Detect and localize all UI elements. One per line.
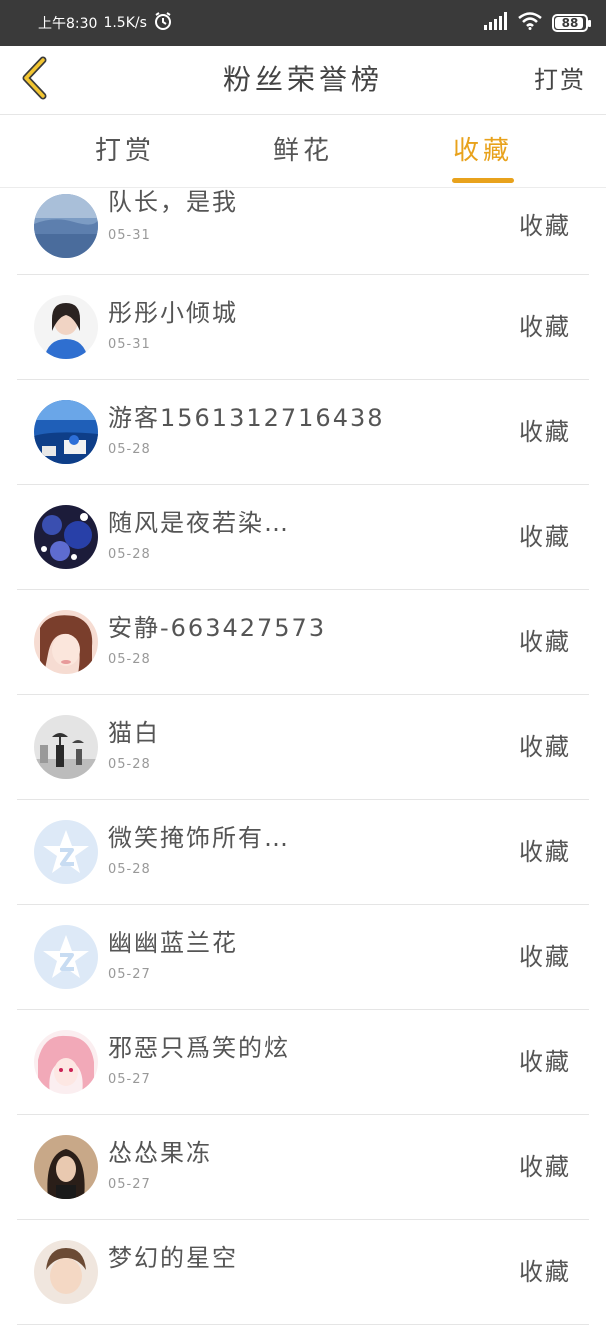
user-name: 游客1561312716438 (108, 404, 385, 432)
favorite-label: 收藏 (519, 1048, 571, 1076)
status-time: 上午8:30 (38, 16, 98, 32)
network-speed: 1.5K/s (103, 15, 147, 31)
date: 05-27 (108, 1177, 151, 1192)
battery-icon: 88 (552, 14, 591, 32)
user-name: 安静-663427573 (108, 614, 327, 642)
signal-icon (484, 12, 508, 34)
favorite-label: 收藏 (519, 1153, 571, 1181)
avatar (34, 1240, 98, 1304)
date: 05-28 (108, 862, 151, 877)
header: 粉丝荣誉榜 打赏 (0, 46, 606, 115)
user-name: 随风是夜若染… (108, 509, 290, 537)
user-name: 怂怂果冻 (108, 1139, 212, 1167)
list-item[interactable]: 安静-663427573 05-28 收藏 (17, 590, 589, 695)
list-item[interactable]: 邪惡只爲笑的炫 05-27 收藏 (17, 1010, 589, 1115)
tab-flowers[interactable]: 鲜花 (258, 115, 348, 187)
list-item[interactable]: 梦幻的星空 收藏 (17, 1220, 589, 1325)
favorite-label: 收藏 (519, 733, 571, 761)
favorite-label: 收藏 (519, 212, 571, 240)
user-name: 猫白 (108, 719, 160, 747)
reward-button[interactable]: 打赏 (534, 46, 586, 114)
list-item[interactable]: 怂怂果冻 05-27 收藏 (17, 1115, 589, 1220)
status-bar: 上午8:30 1.5K/s 88 (0, 0, 606, 46)
back-button[interactable] (12, 54, 56, 106)
date: 05-27 (108, 967, 151, 982)
fan-list: 队长，是我 05-31 收藏 彤彤小倾城 05-31 收藏 游客15613127… (0, 188, 606, 1325)
list-item[interactable]: 微笑掩饰所有… 05-28 收藏 (17, 800, 589, 905)
date: 05-28 (108, 757, 151, 772)
favorite-label: 收藏 (519, 628, 571, 656)
user-name: 梦幻的星空 (108, 1244, 238, 1272)
user-name: 微笑掩饰所有… (108, 824, 290, 852)
favorite-label: 收藏 (519, 523, 571, 551)
alarm-icon (153, 11, 173, 35)
status-left: 上午8:30 1.5K/s (38, 0, 173, 46)
avatar (34, 400, 98, 464)
date: 05-28 (108, 442, 151, 457)
avatar (34, 295, 98, 359)
date: 05-27 (108, 1072, 151, 1087)
avatar (34, 505, 98, 569)
date: 05-31 (108, 337, 151, 352)
tab-favorites[interactable]: 收藏 (438, 115, 528, 187)
date: 05-28 (108, 652, 151, 667)
avatar (34, 715, 98, 779)
list-item[interactable]: 队长，是我 05-31 收藏 (17, 178, 589, 275)
user-name: 队长，是我 (108, 188, 238, 216)
list-item[interactable]: 猫白 05-28 收藏 (17, 695, 589, 800)
favorite-label: 收藏 (519, 838, 571, 866)
list-item[interactable]: 随风是夜若染… 05-28 收藏 (17, 485, 589, 590)
user-name: 彤彤小倾城 (108, 299, 238, 327)
user-name: 邪惡只爲笑的炫 (108, 1034, 290, 1062)
avatar (34, 194, 98, 258)
battery-level: 88 (561, 16, 579, 30)
date: 05-28 (108, 547, 151, 562)
favorite-label: 收藏 (519, 313, 571, 341)
favorite-label: 收藏 (519, 418, 571, 446)
wifi-icon (518, 12, 542, 34)
user-name: 幽幽蓝兰花 (108, 929, 238, 957)
avatar (34, 610, 98, 674)
page-title: 粉丝荣誉榜 (222, 63, 383, 96)
list-item[interactable]: 幽幽蓝兰花 05-27 收藏 (17, 905, 589, 1010)
tab-reward[interactable]: 打赏 (80, 115, 170, 187)
list-item[interactable]: 游客1561312716438 05-28 收藏 (17, 380, 589, 485)
status-right: 88 (484, 0, 591, 46)
avatar (34, 1135, 98, 1199)
list-item[interactable]: 彤彤小倾城 05-31 收藏 (17, 275, 589, 380)
chevron-left-icon (18, 56, 50, 104)
avatar (34, 820, 98, 884)
date: 05-31 (108, 228, 151, 243)
favorite-label: 收藏 (519, 943, 571, 971)
favorite-label: 收藏 (519, 1258, 571, 1286)
avatar (34, 1030, 98, 1094)
avatar (34, 925, 98, 989)
